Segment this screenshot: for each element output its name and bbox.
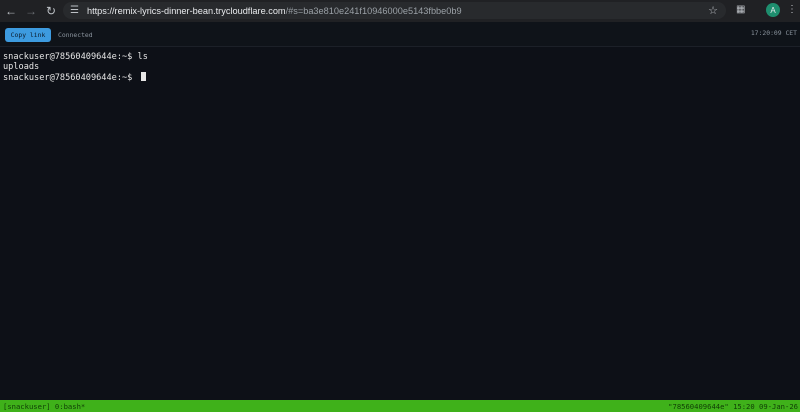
clock: 17:20:09 CET xyxy=(750,29,797,37)
browser-toolbar: ← → ↻ ☰ https://remix-lyrics-dinner-bean… xyxy=(0,0,800,22)
terminal-line: snackuser@78560409644e:~$ ls xyxy=(3,52,148,62)
connection-status: Connected xyxy=(58,31,93,39)
forward-icon[interactable]: → xyxy=(21,0,41,22)
terminal-screen[interactable]: snackuser@78560409644e:~$ ls uploads sna… xyxy=(0,48,800,400)
back-icon[interactable]: ← xyxy=(1,0,21,22)
terminal-prompt: snackuser@78560409644e:~$ xyxy=(3,73,138,83)
url-fragment: /#s=ba3e810e241f10946000e5143fbbe0b9 xyxy=(285,5,462,16)
terminal-prompt-line: snackuser@78560409644e:~$ xyxy=(3,72,797,83)
bookmark-star-icon[interactable]: ☆ xyxy=(708,4,718,17)
extensions-icon[interactable]: ▦ xyxy=(736,4,748,16)
profile-avatar[interactable]: A xyxy=(766,3,780,17)
terminal-line: uploads xyxy=(3,62,40,72)
tmux-host-clock: "78560409644e" 15:20 09-Jan-26 xyxy=(668,401,798,411)
url-host: https://remix-lyrics-dinner-bean.tryclou… xyxy=(86,5,286,16)
site-info-icon[interactable]: ☰ xyxy=(70,5,79,16)
app-header: Copy link Connected 17:20:09 CET xyxy=(0,22,800,47)
tmux-status-bar: [snackuser] 0:bash* "78560409644e" 15:20… xyxy=(0,400,800,412)
terminal-cursor xyxy=(140,72,146,81)
reload-icon[interactable]: ↻ xyxy=(41,0,61,22)
tmux-session-window: [snackuser] 0:bash* xyxy=(3,401,86,411)
menu-kebab-icon[interactable]: ⋮ xyxy=(787,4,797,16)
copy-link-button[interactable]: Copy link xyxy=(5,28,51,42)
url-text[interactable]: https://remix-lyrics-dinner-bean.tryclou… xyxy=(87,6,462,16)
address-bar[interactable]: ☰ https://remix-lyrics-dinner-bean.trycl… xyxy=(63,2,726,19)
